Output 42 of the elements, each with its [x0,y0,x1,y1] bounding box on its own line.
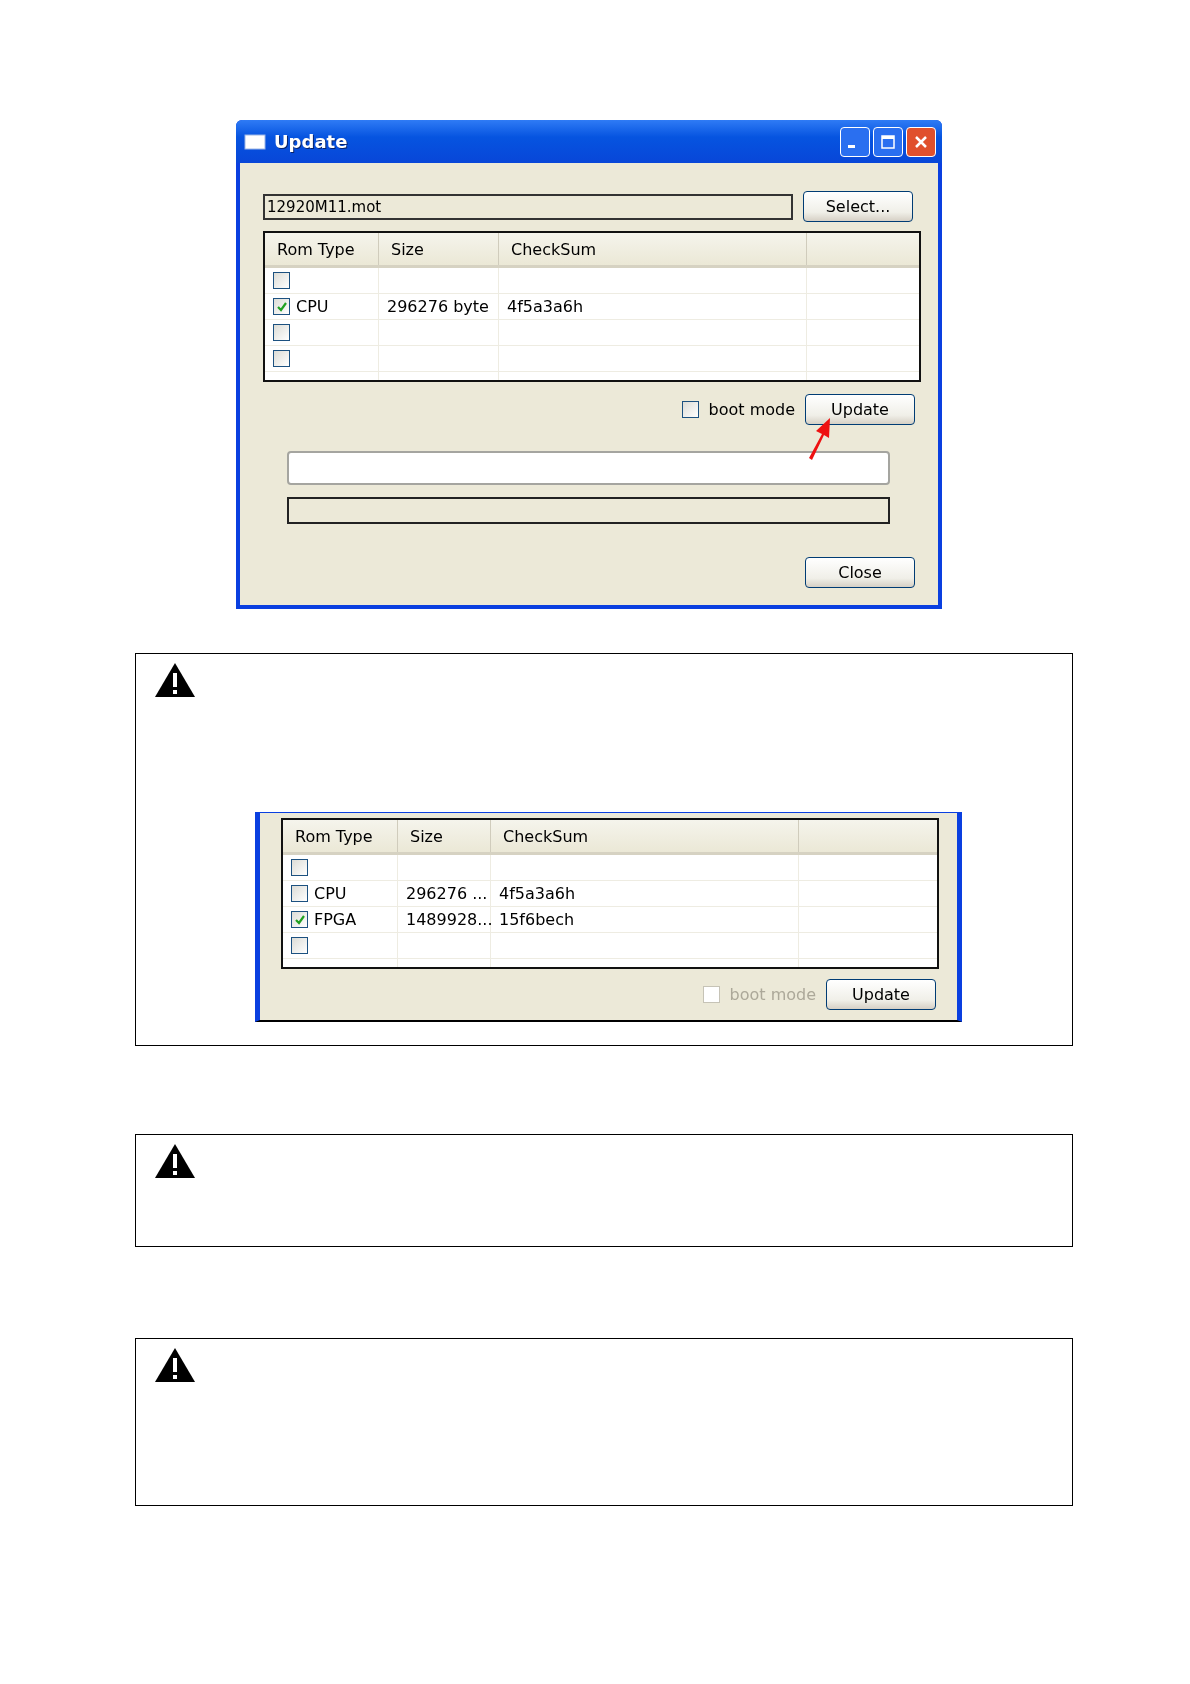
table-cell: CPU [314,884,347,903]
checkbox[interactable] [291,911,308,928]
checkbox[interactable] [291,885,308,902]
table-cell: 15f6bech [499,910,575,929]
table-cell: 4f5a3a6h [507,297,584,316]
maximize-icon [880,133,896,150]
checkbox-label: boot mode [729,985,816,1004]
checkbox[interactable] [273,298,290,315]
window-icon [244,133,266,150]
checkbox[interactable] [291,859,308,876]
checkbox[interactable] [681,401,699,418]
window-title: Update [274,131,349,152]
column-header[interactable]: Rom Type [265,233,379,265]
table-cell: FPGA [314,910,357,929]
column-header[interactable]: Size [379,233,499,265]
column-header[interactable]: CheckSum [499,233,807,265]
column-header[interactable]: Rom Type [283,820,398,852]
table-cell: 296276 byte [387,297,489,316]
checkbox[interactable] [291,937,308,954]
column-header[interactable]: CheckSum [491,820,799,852]
update-button[interactable]: Update [826,979,936,1010]
table-cell: 296276 ... [406,884,488,903]
select-button[interactable]: Select... [803,191,913,222]
warning-icon [153,661,197,699]
close-button[interactable] [906,126,936,157]
warning-icon [153,1346,197,1384]
table-cell: 1489928... [406,910,493,929]
column-header[interactable]: Size [398,820,491,852]
close-button[interactable]: Close [805,557,915,588]
checkbox[interactable] [273,272,290,289]
warning-icon [153,1142,197,1180]
checkbox-label: boot mode [708,400,795,419]
minimize-button[interactable] [840,126,870,157]
maximize-button[interactable] [873,126,903,157]
update-button[interactable]: Update [805,394,915,425]
minimize-icon [847,145,855,148]
checkbox[interactable] [273,350,290,367]
checkbox[interactable] [273,324,290,341]
table-cell: 4f5a3a6h [499,884,576,903]
close-icon [913,133,929,150]
file-field[interactable]: 12920M11.mot [263,193,793,220]
table-cell: CPU [296,297,329,316]
